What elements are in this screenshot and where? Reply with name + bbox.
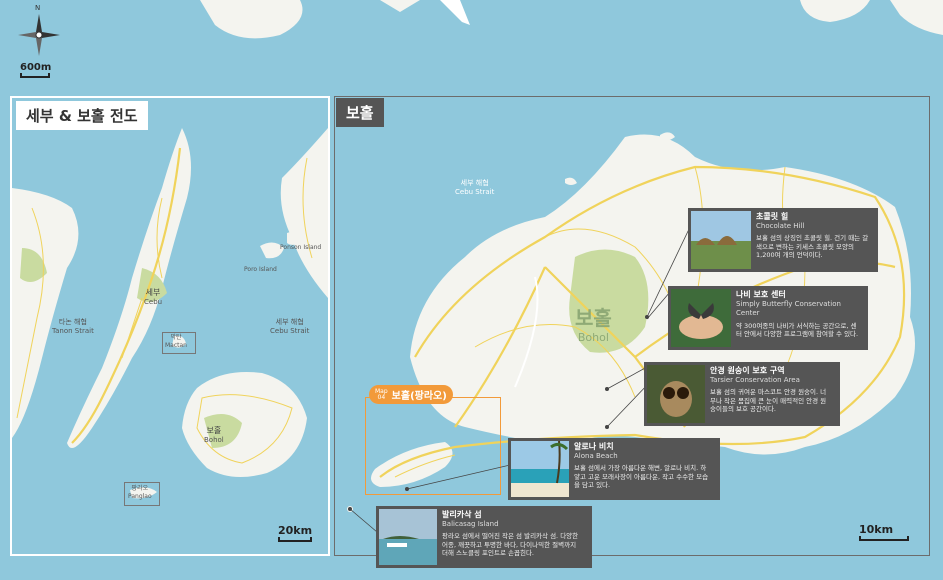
- butterfly-text: 나비 보호 센터 Simply Butterfly Conservation C…: [731, 289, 865, 347]
- left-map-frame: 세부 & 보홀 전도 타논 해협 Tanon Strait 세부 Cebu 막탄…: [10, 96, 330, 556]
- alona-beach-ko: 알로나 비치: [574, 442, 614, 451]
- cebu-strait-label: 세부 해협 Cebu Strait: [270, 318, 309, 336]
- north-label: N: [35, 4, 41, 12]
- callout-tarsier[interactable]: 안경 원숭이 보호 구역 Tarsier Conservation Area 보…: [644, 362, 840, 426]
- left-scale-bar: [278, 537, 312, 542]
- alona-beach-photo: [511, 441, 569, 497]
- tarsier-desc: 보홀 섬의 귀여운 마스코트 안경 원숭이. 너무나 작은 몸집에 큰 눈이 매…: [710, 388, 827, 414]
- mactan-label: 막탄 Mactan: [165, 334, 187, 349]
- butterfly-desc: 약 300여종의 나비가 서식하는 공간으로, 센터 안에서 다양한 프로그램에…: [736, 321, 859, 339]
- tarsier-ko: 안경 원숭이 보호 구역: [710, 366, 785, 375]
- cebu-strait-en: Cebu Strait: [270, 326, 310, 335]
- panglao-ko: 팡라오: [131, 485, 149, 492]
- tarsier-text: 안경 원숭이 보호 구역 Tarsier Conservation Area 보…: [705, 365, 837, 423]
- callout-balicasag[interactable]: 발리카삭 섬 Balicasag Island 팡라오 섬에서 떨어진 작은 섬…: [376, 506, 592, 568]
- left-scale-label: 20km: [278, 524, 313, 537]
- bohol-label-left: 보홀 Bohol: [204, 426, 224, 445]
- alona-beach-desc: 보홀 섬에서 가장 아름다운 해변, 알로나 비치. 하얗고 고운 모래사장이 …: [574, 464, 709, 490]
- tanon-strait-label: 타논 해협 Tanon Strait: [52, 318, 94, 336]
- chocolate-hill-text: 초콜릿 힐 Chocolate Hill 보홀 섬의 상징인 초콜릿 힐. 건기…: [751, 211, 875, 269]
- alona-beach-en: Alona Beach: [574, 452, 618, 461]
- balicasag-ko: 발리카삭 섬: [442, 510, 482, 519]
- bohol-ko-left: 보홀: [206, 426, 222, 435]
- callout-alona-beach[interactable]: 알로나 비치 Alona Beach 보홀 섬에서 가장 아름다운 해변, 알로…: [508, 438, 720, 500]
- ponson-label: Ponson Island: [280, 244, 322, 251]
- chocolate-hill-en: Chocolate Hill: [756, 222, 805, 231]
- cebu-en: Cebu: [144, 298, 163, 306]
- tarsier-en: Tarsier Conservation Area: [710, 376, 800, 385]
- callout-butterfly[interactable]: 나비 보호 센터 Simply Butterfly Conservation C…: [668, 286, 868, 350]
- balicasag-desc: 팡라오 섬에서 떨어진 작은 섬 발리카삭 섬. 다양한 어종, 깨끗하고 투명…: [442, 532, 579, 558]
- tarsier-photo: [647, 365, 705, 423]
- cebu-ko: 세부: [145, 288, 161, 297]
- cebu-label: 세부 Cebu: [144, 288, 162, 307]
- top-scale-label: 600m: [20, 62, 52, 73]
- top-scale-bar: [20, 73, 50, 78]
- balicasag-text: 발리카삭 섬 Balicasag Island 팡라오 섬에서 떨어진 작은 섬…: [437, 509, 589, 565]
- left-map-title: 세부 & 보홀 전도: [16, 101, 148, 130]
- mactan-en: Mactan: [165, 341, 187, 349]
- right-scale-label: 10km: [859, 523, 894, 536]
- poro-label: Poro Island: [244, 266, 277, 273]
- callout-chocolate-hill[interactable]: 초콜릿 힐 Chocolate Hill 보홀 섬의 상징인 초콜릿 힐. 건기…: [688, 208, 878, 272]
- alona-beach-text: 알로나 비치 Alona Beach 보홀 섬에서 가장 아름다운 해변, 알로…: [569, 441, 717, 497]
- top-land: [200, 0, 943, 39]
- cebu-strait-ko: 세부 해협: [275, 318, 304, 326]
- panglao-label: 팡라오 Panglao: [128, 485, 152, 500]
- butterfly-en: Simply Butterfly Conservation Center: [736, 300, 841, 318]
- balicasag-photo: [379, 509, 437, 565]
- butterfly-ko: 나비 보호 센터: [736, 290, 786, 299]
- compass-rose-icon: [18, 14, 60, 56]
- chocolate-hill-photo: [691, 211, 751, 269]
- bohol-en-left: Bohol: [204, 436, 224, 444]
- right-scale-bar: [859, 536, 909, 541]
- compass: N: [16, 4, 62, 64]
- balicasag-en: Balicasag Island: [442, 520, 499, 529]
- butterfly-photo: [671, 289, 731, 347]
- tanon-ko: 타논 해협: [58, 318, 87, 326]
- chocolate-hill-ko: 초콜릿 힐: [756, 212, 789, 221]
- mactan-ko: 막탄: [170, 334, 182, 341]
- chocolate-hill-desc: 보홀 섬의 상징인 초콜릿 힐. 건기 때는 갈색으로 변하는 키세스 초콜릿 …: [756, 234, 869, 260]
- panglao-en: Panglao: [128, 492, 152, 500]
- tanon-en: Tanon Strait: [52, 326, 94, 335]
